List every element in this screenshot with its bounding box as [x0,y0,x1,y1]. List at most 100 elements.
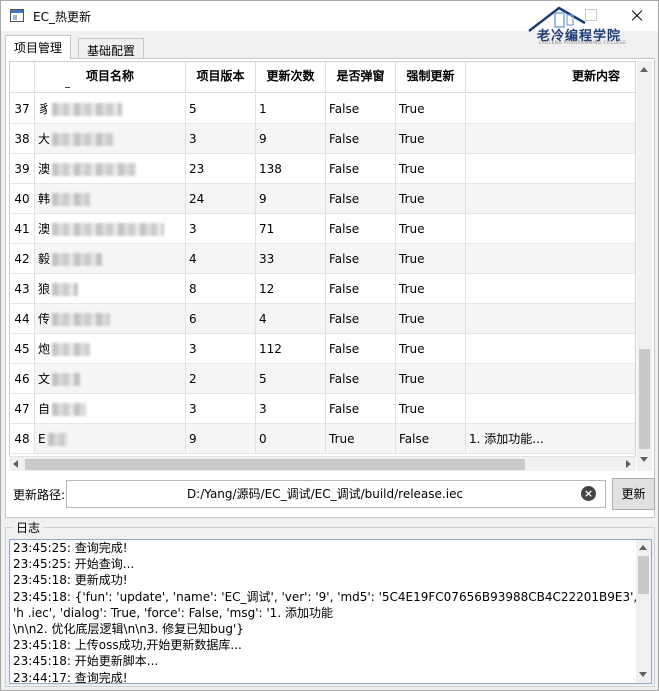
table-row[interactable]: 41 澳 3 71 False True [10,214,635,244]
cell-dialog[interactable]: False [326,94,396,124]
cell-name[interactable]: 豸 [35,94,186,124]
row-index[interactable]: 45 [10,334,35,364]
cell-count[interactable]: 138 [256,154,326,184]
scroll-thumb[interactable] [639,349,650,449]
cell-version[interactable]: 6 [186,304,256,334]
cell-force[interactable]: True [396,304,466,334]
cell-name[interactable]: 传 [35,304,186,334]
cell-force[interactable]: True [396,154,466,184]
table-row[interactable]: 38 大 3 9 False True [10,124,635,154]
cell-version[interactable]: 4 [186,244,256,274]
table-horizontal-scrollbar[interactable] [9,456,636,471]
cell-count[interactable]: 0 [256,424,326,454]
table-row[interactable]: 37 豸 5 1 False True [10,94,635,124]
clear-input-icon[interactable]: × [581,486,596,501]
scroll-down-icon[interactable] [639,672,647,677]
row-index[interactable]: 43 [10,274,35,304]
cell-count[interactable]: 12 [256,274,326,304]
cell-version[interactable]: 5 [186,94,256,124]
cell-count[interactable]: 5 [256,364,326,394]
cell-version[interactable]: 3 [186,124,256,154]
cell-version[interactable]: 3 [186,214,256,244]
projects-table[interactable]: 项目名称 项目版本 更新次数 是否弹窗 强制更新 更新内容 37 豸 5 1 False… [9,61,636,471]
cell-name[interactable]: 澳 [35,154,186,184]
cell-force[interactable]: False [396,424,466,454]
cell-dialog[interactable]: False [326,154,396,184]
cell-count[interactable]: 3 [256,394,326,424]
row-index[interactable]: 38 [10,124,35,154]
cell-force[interactable]: True [396,274,466,304]
cell-force[interactable]: True [396,214,466,244]
cell-dialog[interactable]: False [326,334,396,364]
cell-count[interactable]: 1 [256,94,326,124]
cell-name[interactable]: 澳 [35,214,186,244]
cell-version[interactable]: 9 [186,424,256,454]
cell-name[interactable]: 毅 [35,244,186,274]
cell-name[interactable]: 炮 [35,334,186,364]
cell-msg[interactable] [466,154,635,184]
close-button[interactable] [625,5,649,27]
table-vertical-scrollbar[interactable] [637,61,652,471]
cell-name[interactable]: E [35,424,186,454]
cell-dialog[interactable]: False [326,394,396,424]
column-header-name[interactable]: 项目名称 [35,62,186,93]
row-index[interactable]: 47 [10,394,35,424]
cell-dialog[interactable]: False [326,214,396,244]
row-index[interactable]: 37 [10,94,35,124]
cell-msg[interactable] [466,304,635,334]
cell-version[interactable]: 8 [186,274,256,304]
column-header-force[interactable]: 强制更新 [396,62,466,93]
cell-count[interactable]: 9 [256,124,326,154]
cell-force[interactable]: True [396,184,466,214]
scroll-thumb[interactable] [25,459,525,470]
cell-name[interactable]: 狼 [35,274,186,304]
column-header-count[interactable]: 更新次数 [256,62,326,93]
table-row[interactable]: 42 毅 4 33 False True [10,244,635,274]
scroll-right-icon[interactable] [626,460,631,468]
cell-version[interactable]: 3 [186,334,256,364]
cell-msg[interactable] [466,124,635,154]
cell-dialog[interactable]: False [326,304,396,334]
table-row[interactable]: 39 澳 23 138 False True [10,154,635,184]
cell-msg[interactable] [466,364,635,394]
scroll-down-icon[interactable] [640,457,648,462]
cell-force[interactable]: True [396,334,466,364]
cell-msg[interactable] [466,214,635,244]
cell-name[interactable]: 大 [35,124,186,154]
cell-msg[interactable] [466,244,635,274]
scroll-up-icon[interactable] [640,67,648,72]
cell-version[interactable]: 24 [186,184,256,214]
cell-dialog[interactable]: True [326,424,396,454]
row-index[interactable]: 41 [10,214,35,244]
table-row[interactable]: 45 炮 3 112 False True [10,334,635,364]
cell-count[interactable]: 112 [256,334,326,364]
cell-dialog[interactable]: False [326,124,396,154]
cell-msg[interactable] [466,274,635,304]
cell-version[interactable]: 2 [186,364,256,394]
table-row[interactable]: 46 文 2 5 False True [10,364,635,394]
cell-dialog[interactable]: False [326,244,396,274]
column-header-version[interactable]: 项目版本 [186,62,256,93]
column-header-msg[interactable]: 更新内容 [466,62,635,93]
row-index[interactable]: 48 [10,424,35,454]
table-row[interactable]: 43 狼 8 12 False True [10,274,635,304]
row-index[interactable]: 46 [10,364,35,394]
scroll-left-icon[interactable] [13,460,18,468]
cell-msg[interactable] [466,394,635,424]
cell-msg[interactable] [466,184,635,214]
cell-name[interactable]: 韩 [35,184,186,214]
table-row[interactable]: 40 韩 24 9 False True [10,184,635,214]
row-index[interactable]: 39 [10,154,35,184]
cell-msg[interactable] [466,334,635,364]
column-header-dialog[interactable]: 是否弹窗 [326,62,396,93]
cell-name[interactable]: 文 [35,364,186,394]
cell-count[interactable]: 9 [256,184,326,214]
cell-force[interactable]: True [396,244,466,274]
cell-msg[interactable] [466,94,635,124]
cell-version[interactable]: 3 [186,394,256,424]
cell-name[interactable]: 自 [35,394,186,424]
row-index[interactable]: 40 [10,184,35,214]
cell-count[interactable]: 71 [256,214,326,244]
cell-count[interactable]: 33 [256,244,326,274]
scroll-up-icon[interactable] [639,545,647,550]
